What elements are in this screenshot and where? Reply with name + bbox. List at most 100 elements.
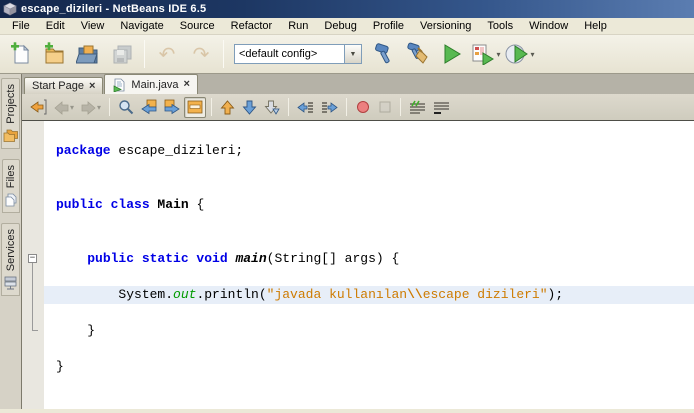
menu-help[interactable]: Help [576,19,615,33]
shift-left-button[interactable] [294,97,317,118]
code-line-println[interactable]: System.out.println("javada kullanılan\\e… [44,286,694,304]
close-icon[interactable]: × [89,81,95,92]
forward-button[interactable]: ▾ [78,97,104,118]
window-title: escape_dizileri - NetBeans IDE 6.5 [21,3,206,15]
toggle-highlight-search-button[interactable] [184,97,206,118]
clean-build-button[interactable] [402,38,434,70]
run-icon [441,43,463,65]
code-line-blank[interactable] [44,304,694,322]
code-token: } [56,359,64,374]
code-token: main [235,251,266,266]
back-button[interactable]: ▾ [51,97,77,118]
config-dropdown-value: <default config> [235,45,344,63]
fold-guide-line [32,263,33,330]
menu-file[interactable]: File [4,19,38,33]
comment-icon [409,100,426,115]
undo-button[interactable]: ↶ [151,38,183,70]
profile-project-button[interactable]: ▾ [504,38,536,70]
code-token: out [173,287,196,302]
code-token: public class [56,197,157,212]
find-previous-icon [141,99,157,115]
comment-lines-button[interactable] [406,97,429,118]
stop-macro-recording-button[interactable] [374,97,395,118]
build-project-button[interactable] [368,38,400,70]
menu-source[interactable]: Source [172,19,223,33]
code-line-blank[interactable] [44,160,694,178]
editor-toolbar-separator [211,98,212,116]
open-project-button[interactable] [72,38,104,70]
code-token: public static void [87,251,235,266]
menu-tools[interactable]: Tools [479,19,521,33]
config-dropdown[interactable]: <default config> ▼ [234,44,362,64]
undo-icon: ↶ [159,44,176,64]
forward-icon [81,100,96,115]
debug-icon [471,43,495,65]
menu-window[interactable]: Window [521,19,576,33]
start-macro-recording-button[interactable] [352,97,373,118]
find-next-button[interactable] [161,97,183,118]
menu-bar: File Edit View Navigate Source Refactor … [0,18,694,35]
last-edit-location-button[interactable] [27,97,50,118]
tab-main-java[interactable]: Main.java × [104,74,198,94]
left-dock-strip: Projects Files Services [0,74,22,409]
menu-run[interactable]: Run [280,19,316,33]
code-line-class-declaration[interactable]: public class Main { [44,196,694,214]
clean-build-icon [406,42,430,66]
sidebar-item-files[interactable]: Files [2,159,20,213]
code-line-blank[interactable] [44,214,694,232]
editor-toolbar: ▾ ▾ [22,94,694,121]
debug-project-button[interactable]: ▾ [470,38,502,70]
run-project-button[interactable] [436,38,468,70]
code-line-blank[interactable] [44,178,694,196]
code-token: (String[] args) { [267,251,400,266]
redo-icon: ↷ [193,44,210,64]
code-token: } [56,323,95,338]
new-file-button[interactable] [4,38,36,70]
services-tab-label: Services [5,229,17,271]
close-icon[interactable]: × [184,79,190,90]
code-area[interactable]: package escape_dizileri; public class Ma… [44,121,694,409]
shift-right-button[interactable] [318,97,341,118]
dropdown-caret-icon: ▼ [350,51,357,58]
code-line-package[interactable]: package escape_dizileri; [44,142,694,160]
menu-profile[interactable]: Profile [365,19,412,33]
menu-edit[interactable]: Edit [38,19,73,33]
code-line-blank[interactable] [44,124,694,142]
next-bookmark-button[interactable] [239,97,260,118]
code-token: "javada kullanılan [267,287,407,302]
code-line-blank[interactable] [44,232,694,250]
save-all-button[interactable] [106,38,138,70]
config-dropdown-button[interactable]: ▼ [344,45,361,63]
sidebar-item-projects[interactable]: Projects [1,78,20,149]
menu-view[interactable]: View [73,19,113,33]
new-project-button[interactable] [38,38,70,70]
code-line-blank[interactable] [44,340,694,358]
next-bookmark-icon [242,100,257,115]
find-previous-button[interactable] [138,97,160,118]
menu-debug[interactable]: Debug [316,19,364,33]
code-token: ); [548,287,564,302]
code-line-blank[interactable] [44,268,694,286]
tab-start-page[interactable]: Start Page × [24,77,103,94]
redo-button[interactable]: ↷ [185,38,217,70]
toggle-bookmark-button[interactable] [261,97,283,118]
code-line-close-class[interactable]: } [44,358,694,376]
tab-main-java-label: Main.java [131,79,178,91]
code-folding-gutter: − [22,121,44,409]
sidebar-item-services[interactable]: Services [1,223,20,296]
fold-collapse-icon[interactable]: − [28,254,37,263]
find-button[interactable] [115,97,137,118]
code-line-main-declaration[interactable]: public static void main(String[] args) { [44,250,694,268]
uncomment-lines-button[interactable] [430,97,453,118]
debug-dropdown-caret-icon: ▾ [496,50,500,59]
previous-bookmark-button[interactable] [217,97,238,118]
code-editor[interactable]: − package escape_dizileri; public class … [22,121,694,409]
editor-toolbar-separator [109,98,110,116]
menu-navigate[interactable]: Navigate [112,19,171,33]
code-line-close-main[interactable]: } [44,322,694,340]
menu-refactor[interactable]: Refactor [223,19,281,33]
menu-versioning[interactable]: Versioning [412,19,479,33]
java-main-class-icon [112,78,126,92]
find-next-icon [164,99,180,115]
title-bar[interactable]: escape_dizileri - NetBeans IDE 6.5 [0,0,694,18]
